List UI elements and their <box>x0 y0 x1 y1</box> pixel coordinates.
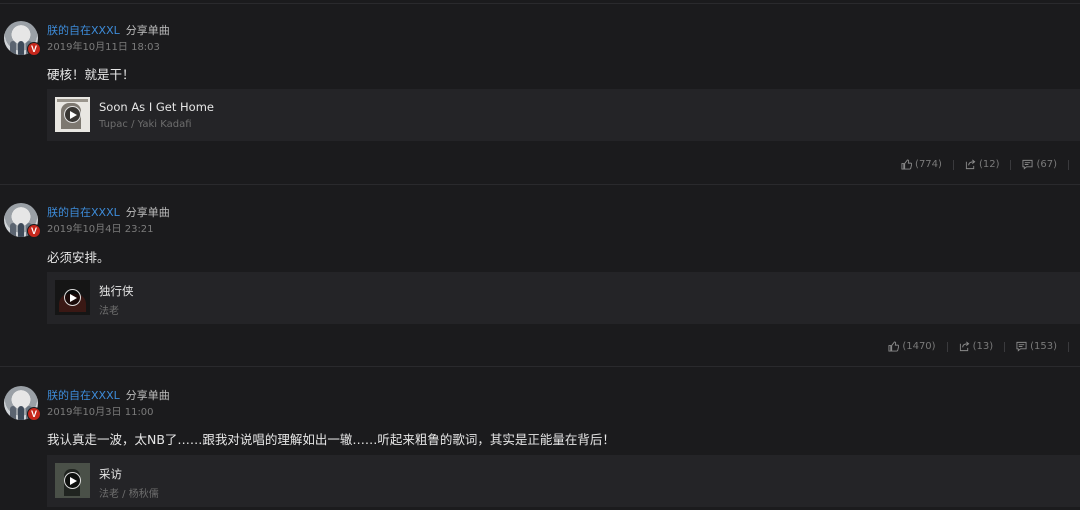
like-count: (774) <box>915 159 942 170</box>
share-action-label: 分享单曲 <box>125 389 170 402</box>
comment-icon <box>1022 159 1034 170</box>
like-button[interactable]: (1470) <box>888 341 936 352</box>
verified-badge-icon: V <box>27 224 41 238</box>
timestamp: 2019年10月11日 18:03 <box>47 42 160 53</box>
timestamp: 2019年10月3日 11:00 <box>47 407 154 418</box>
thumbs-up-icon <box>901 159 913 170</box>
share-action-label: 分享单曲 <box>125 206 170 219</box>
comment-button[interactable]: (67) <box>1022 159 1057 170</box>
comment-icon <box>1016 341 1027 352</box>
username-link[interactable]: 朕的自在XXXL <box>47 24 120 37</box>
divider <box>1068 341 1069 352</box>
share-icon <box>965 159 976 170</box>
play-icon[interactable] <box>64 289 81 306</box>
song-title[interactable]: Soon As I Get Home <box>99 100 214 114</box>
user-line: 朕的自在XXXL 分享单曲 <box>47 24 170 38</box>
song-title[interactable]: 采访 <box>99 466 122 482</box>
post-stats: (774) (12) (67) <box>901 159 1080 170</box>
top-divider <box>0 3 1080 4</box>
comment-count: (153) <box>1030 341 1057 352</box>
song-artist[interactable]: 法老 <box>99 302 119 317</box>
play-icon[interactable] <box>64 106 81 123</box>
user-line: 朕的自在XXXL 分享单曲 <box>47 206 170 220</box>
song-artist[interactable]: 法老 / 杨秋儒 <box>99 485 159 500</box>
song-title[interactable]: 独行侠 <box>99 283 134 299</box>
share-button[interactable]: (12) <box>965 159 1000 170</box>
timestamp: 2019年10月4日 23:21 <box>47 224 154 235</box>
album-cover <box>55 463 90 498</box>
share-icon <box>959 341 969 352</box>
song-card[interactable]: Soon As I Get Home Tupac / Yaki Kadafi <box>47 89 1080 141</box>
divider <box>1010 159 1012 170</box>
divider <box>952 159 954 170</box>
post-divider <box>0 366 1080 367</box>
album-cover <box>55 97 90 132</box>
share-action-label: 分享单曲 <box>125 24 170 37</box>
verified-badge-icon: V <box>27 407 41 421</box>
song-card[interactable]: 采访 法老 / 杨秋儒 <box>47 455 1080 507</box>
share-count: (12) <box>978 159 1000 170</box>
divider <box>946 341 948 352</box>
post-divider <box>0 184 1080 185</box>
share-count: (13) <box>972 341 994 352</box>
divider <box>1068 159 1069 170</box>
comment-button[interactable]: (153) <box>1016 341 1057 352</box>
share-button[interactable]: (13) <box>959 341 994 352</box>
comment-text: 硬核！就是干！ <box>47 67 135 82</box>
song-artist[interactable]: Tupac / Yaki Kadafi <box>99 119 192 130</box>
divider <box>1004 341 1006 352</box>
comment-count: (67) <box>1036 159 1057 170</box>
post-stats: (1470) (13) (153) <box>888 341 1080 352</box>
comment-text: 我认真走一波，太NB了……跟我对说唱的理解如出一辙……听起来粗鲁的歌词，其实是正… <box>47 432 615 447</box>
play-icon[interactable] <box>64 472 81 489</box>
like-button[interactable]: (774) <box>901 159 942 170</box>
thumbs-up-icon <box>888 341 900 352</box>
song-card[interactable]: 独行侠 法老 <box>47 272 1080 324</box>
album-cover <box>55 280 90 315</box>
comment-text: 必须安排。 <box>47 250 110 265</box>
username-link[interactable]: 朕的自在XXXL <box>47 389 120 402</box>
verified-badge-icon: V <box>27 42 41 56</box>
like-count: (1470) <box>902 341 936 352</box>
username-link[interactable]: 朕的自在XXXL <box>47 206 120 219</box>
user-line: 朕的自在XXXL 分享单曲 <box>47 389 170 403</box>
